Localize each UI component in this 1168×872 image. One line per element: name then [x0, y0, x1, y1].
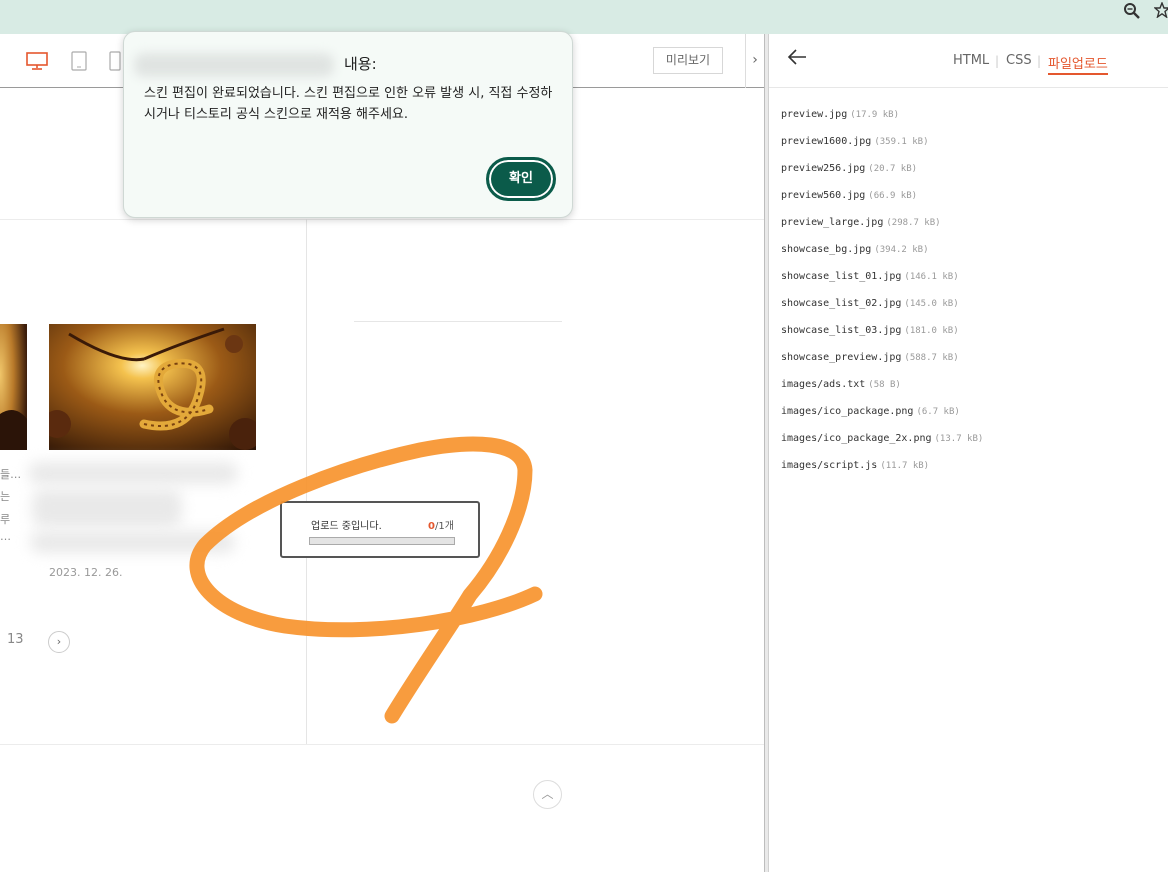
mobile-icon[interactable]: [109, 51, 121, 75]
file-name: showcase_bg.jpg: [781, 244, 872, 255]
back-arrow-icon[interactable]: [787, 47, 807, 71]
file-size: (359.1 kB): [874, 137, 929, 147]
file-size: (181.0 kB): [904, 326, 959, 336]
file-size: (6.7 kB): [916, 407, 960, 417]
file-list-item[interactable]: preview256.jpg (20.7 kB): [781, 156, 983, 183]
file-size: (145.0 kB): [904, 299, 959, 309]
file-size: (588.7 kB): [904, 353, 959, 363]
sidebar-rule: [354, 321, 562, 322]
alert-dialog: 내용: 스킨 편집이 완료되었습니다. 스킨 편집으로 인한 오류 발생 시, …: [123, 31, 573, 218]
tablet-icon[interactable]: [71, 51, 87, 75]
file-size: (146.1 kB): [904, 272, 959, 282]
file-name: preview.jpg: [781, 109, 848, 120]
post-title-redacted: [28, 462, 238, 484]
post-excerpt-redacted: [32, 489, 182, 527]
desktop-icon[interactable]: [26, 52, 48, 74]
upload-progress-bar: [309, 537, 455, 545]
upload-status-label: 업로드 중입니다.: [311, 521, 382, 532]
file-name: preview560.jpg: [781, 190, 866, 201]
pagination-next-button[interactable]: ›: [48, 631, 70, 653]
file-list-item[interactable]: preview560.jpg (66.9 kB): [781, 183, 983, 210]
tab-separator: |: [1037, 54, 1042, 68]
file-size: (298.7 kB): [886, 218, 941, 228]
file-name: preview256.jpg: [781, 163, 866, 174]
file-size: (394.2 kB): [874, 245, 929, 255]
post-thumbnail[interactable]: [49, 324, 256, 450]
tab-file-upload[interactable]: 파일업로드: [1048, 53, 1108, 75]
column-divider: [306, 219, 307, 745]
post-date: 2023. 12. 26.: [49, 566, 123, 579]
upload-count: 0/1개: [428, 517, 454, 532]
dialog-title: 내용:: [344, 55, 377, 73]
file-name: images/ads.txt: [781, 379, 866, 390]
post-excerpt-redacted: [30, 531, 235, 553]
file-size: (58 B): [868, 380, 901, 390]
file-name: showcase_preview.jpg: [781, 352, 902, 363]
file-name: showcase_list_01.jpg: [781, 271, 902, 282]
collapse-panel-button[interactable]: ›: [745, 34, 764, 88]
file-list-item[interactable]: showcase_preview.jpg (588.7 kB): [781, 345, 983, 372]
section-divider: [0, 219, 764, 220]
post-text-fragment: …: [0, 530, 11, 543]
upload-progress-popup: 업로드 중입니다. 0/1개: [280, 501, 480, 558]
file-name: images/ico_package_2x.png: [781, 433, 932, 444]
section-divider: [0, 744, 764, 745]
file-list-item[interactable]: preview1600.jpg (359.1 kB): [781, 129, 983, 156]
file-name: preview_large.jpg: [781, 217, 884, 228]
upload-done-count: 0: [428, 521, 435, 532]
pagination-page-number[interactable]: 13: [7, 632, 24, 647]
file-size: (20.7 kB): [868, 164, 918, 174]
file-list-item[interactable]: images/ico_package.png (6.7 kB): [781, 399, 983, 426]
file-size: (66.9 kB): [868, 191, 918, 201]
file-list-item[interactable]: images/script.js (11.7 kB): [781, 453, 983, 480]
file-list-item[interactable]: showcase_list_01.jpg (146.1 kB): [781, 264, 983, 291]
file-name: preview1600.jpg: [781, 136, 872, 147]
post-text-fragment: 는: [0, 490, 11, 503]
file-size: (13.7 kB): [934, 434, 984, 444]
zoom-icon[interactable]: [1123, 2, 1141, 25]
file-size: (17.9 kB): [850, 110, 900, 120]
post-thumbnail[interactable]: [0, 324, 27, 450]
dialog-origin-redacted: [134, 53, 334, 77]
file-list-item[interactable]: preview_large.jpg (298.7 kB): [781, 210, 983, 237]
browser-toolbar: [0, 0, 1168, 34]
file-name: showcase_list_03.jpg: [781, 325, 902, 336]
file-name: images/ico_package.png: [781, 406, 914, 417]
uploaded-file-list: preview.jpg (17.9 kB) preview1600.jpg (359.…: [781, 102, 983, 480]
tab-separator: |: [995, 54, 1000, 68]
panel-header: HTML | CSS | 파일업로드: [769, 34, 1168, 88]
scroll-top-button[interactable]: ︿: [533, 780, 562, 809]
tab-css[interactable]: CSS: [1006, 53, 1032, 68]
upload-total-count: /1개: [434, 521, 454, 532]
file-name: showcase_list_02.jpg: [781, 298, 902, 309]
ok-button[interactable]: 확인: [486, 157, 556, 201]
file-list-item[interactable]: images/ico_package_2x.png (13.7 kB): [781, 426, 983, 453]
skin-editor-panel: HTML | CSS | 파일업로드 preview.jpg (17.9 kB) p…: [769, 34, 1168, 872]
post-text-fragment: 루: [0, 513, 11, 526]
bookmark-star-icon[interactable]: [1153, 1, 1168, 23]
file-list-item[interactable]: images/ads.txt (58 B): [781, 372, 983, 399]
file-list-item[interactable]: showcase_list_02.jpg (145.0 kB): [781, 291, 983, 318]
file-size: (11.7 kB): [880, 461, 930, 471]
tab-html[interactable]: HTML: [953, 53, 989, 68]
file-list-item[interactable]: preview.jpg (17.9 kB): [781, 102, 983, 129]
file-list-item[interactable]: showcase_list_03.jpg (181.0 kB): [781, 318, 983, 345]
file-list-item[interactable]: showcase_bg.jpg (394.2 kB): [781, 237, 983, 264]
file-name: images/script.js: [781, 460, 878, 471]
post-text-fragment: 들…: [0, 468, 22, 481]
dialog-message: 스킨 편집이 완료되었습니다. 스킨 편집으로 인한 오류 발생 시, 직접 수…: [144, 86, 553, 122]
preview-button[interactable]: 미리보기: [653, 47, 723, 74]
